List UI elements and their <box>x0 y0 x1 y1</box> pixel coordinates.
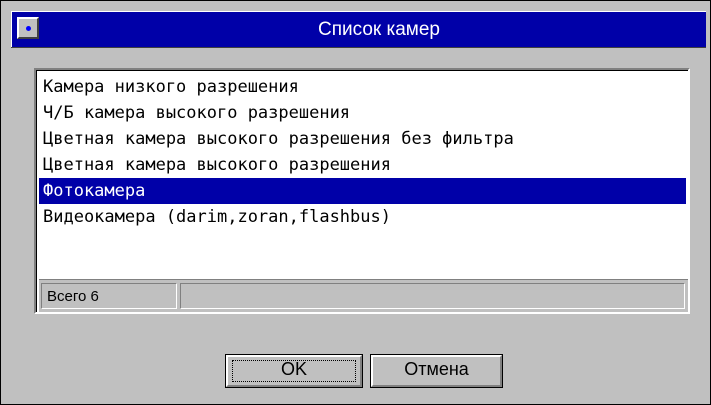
window-title: Список камер <box>318 19 440 40</box>
list-status-bar: Всего 6 <box>39 279 688 312</box>
title-separator <box>11 47 706 48</box>
list-item[interactable]: Ч/Б камера высокого разрешения <box>39 100 686 126</box>
cancel-button-label: Отмена <box>404 359 469 379</box>
camera-list-dialog: Список камер Камера низкого разрешения Ч… <box>0 0 711 405</box>
camera-items: Камера низкого разрешения Ч/Б камера выс… <box>39 74 686 230</box>
camera-listbox[interactable]: Камера низкого разрешения Ч/Б камера выс… <box>34 68 690 314</box>
system-menu-icon <box>26 26 31 31</box>
ok-button-label: OK <box>280 359 307 379</box>
list-item[interactable]: Фотокамера <box>39 178 686 204</box>
list-item[interactable]: Камера низкого разрешения <box>39 74 686 100</box>
list-item[interactable]: Цветная камера высокого разрешения <box>39 152 686 178</box>
list-item[interactable]: Видеокамера (darim,zoran,flashbus) <box>39 204 686 230</box>
status-extra-cell <box>180 283 685 309</box>
total-count-label: Всего 6 <box>41 283 177 309</box>
title-bar[interactable]: Список камер <box>11 11 706 47</box>
cancel-button[interactable]: Отмена <box>370 354 503 388</box>
system-menu-button[interactable] <box>17 17 39 39</box>
listbox-frame: Камера низкого разрешения Ч/Б камера выс… <box>36 70 688 312</box>
ok-button[interactable]: OK <box>225 354 363 388</box>
list-item[interactable]: Цветная камера высокого разрешения без ф… <box>39 126 686 152</box>
